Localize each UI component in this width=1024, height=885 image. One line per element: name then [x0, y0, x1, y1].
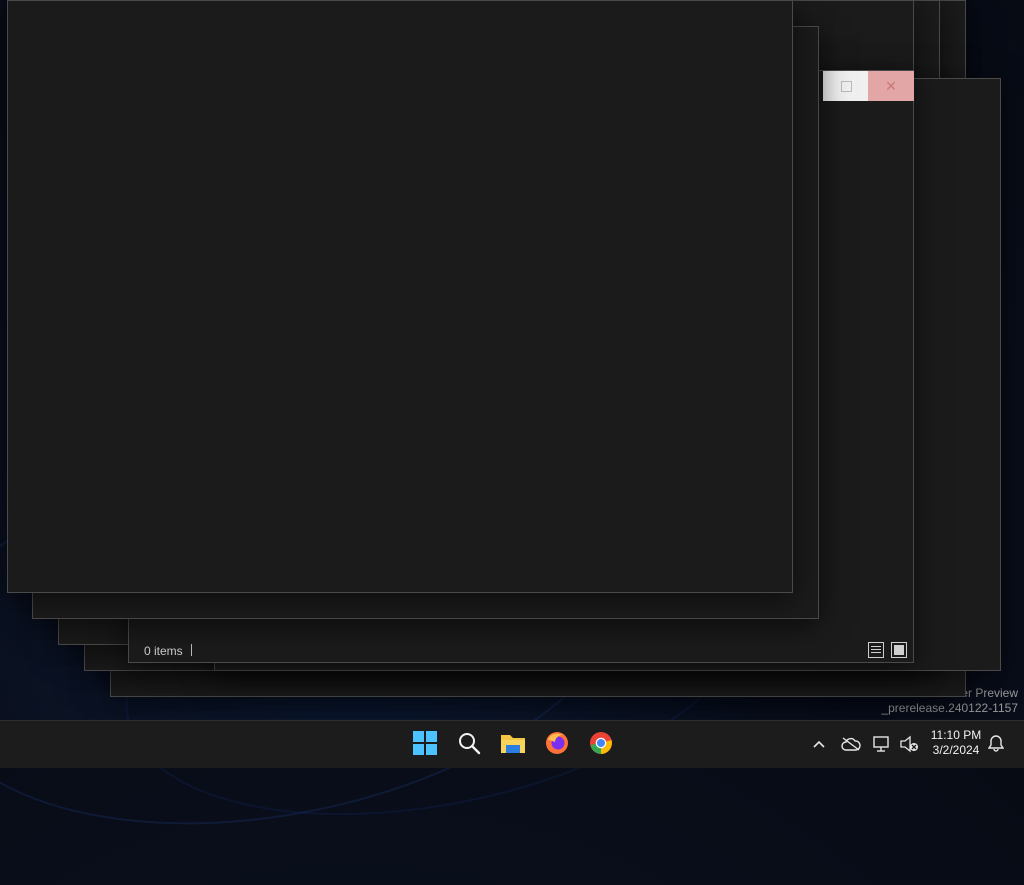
search-icon — [459, 733, 481, 755]
cloud-offline-icon — [841, 737, 861, 751]
close-button[interactable]: ✕ — [868, 71, 914, 101]
clock-button[interactable]: 11:10 PM 3/2/2024 — [925, 728, 987, 758]
item-count-label: 0 items — [144, 644, 183, 658]
folder-icon — [501, 735, 525, 753]
file-explorer-taskbar-button[interactable] — [500, 730, 526, 756]
firefox-icon — [546, 732, 568, 754]
chrome-taskbar-button[interactable] — [588, 730, 614, 756]
onedrive-tray-button[interactable] — [840, 731, 862, 757]
clock-time: 11:10 PM — [930, 728, 982, 742]
network-icon — [873, 736, 889, 752]
network-tray-button[interactable] — [871, 731, 893, 757]
start-button[interactable] — [412, 730, 438, 756]
bell-icon — [988, 735, 1004, 752]
tiles-view-button[interactable] — [891, 642, 907, 658]
windows-logo-icon — [413, 731, 437, 755]
volume-muted-icon — [900, 735, 918, 753]
maximize-icon — [840, 80, 852, 92]
close-icon: ✕ — [885, 77, 897, 94]
chevron-up-icon — [813, 740, 825, 748]
notifications-button[interactable] — [986, 733, 1006, 753]
watermark-line-2: _prerelease.240122-1157 — [881, 701, 1018, 715]
firefox-taskbar-button[interactable] — [544, 730, 570, 756]
volume-tray-button[interactable] — [898, 731, 920, 757]
status-divider — [191, 644, 192, 656]
foreground-blank-window[interactable] — [7, 0, 793, 593]
chrome-icon — [590, 732, 612, 754]
details-view-button[interactable] — [868, 642, 884, 658]
clock-date: 3/2/2024 — [932, 743, 980, 757]
maximize-button[interactable] — [823, 71, 869, 101]
show-hidden-icons-button[interactable] — [808, 731, 830, 757]
search-button[interactable] — [456, 730, 482, 756]
